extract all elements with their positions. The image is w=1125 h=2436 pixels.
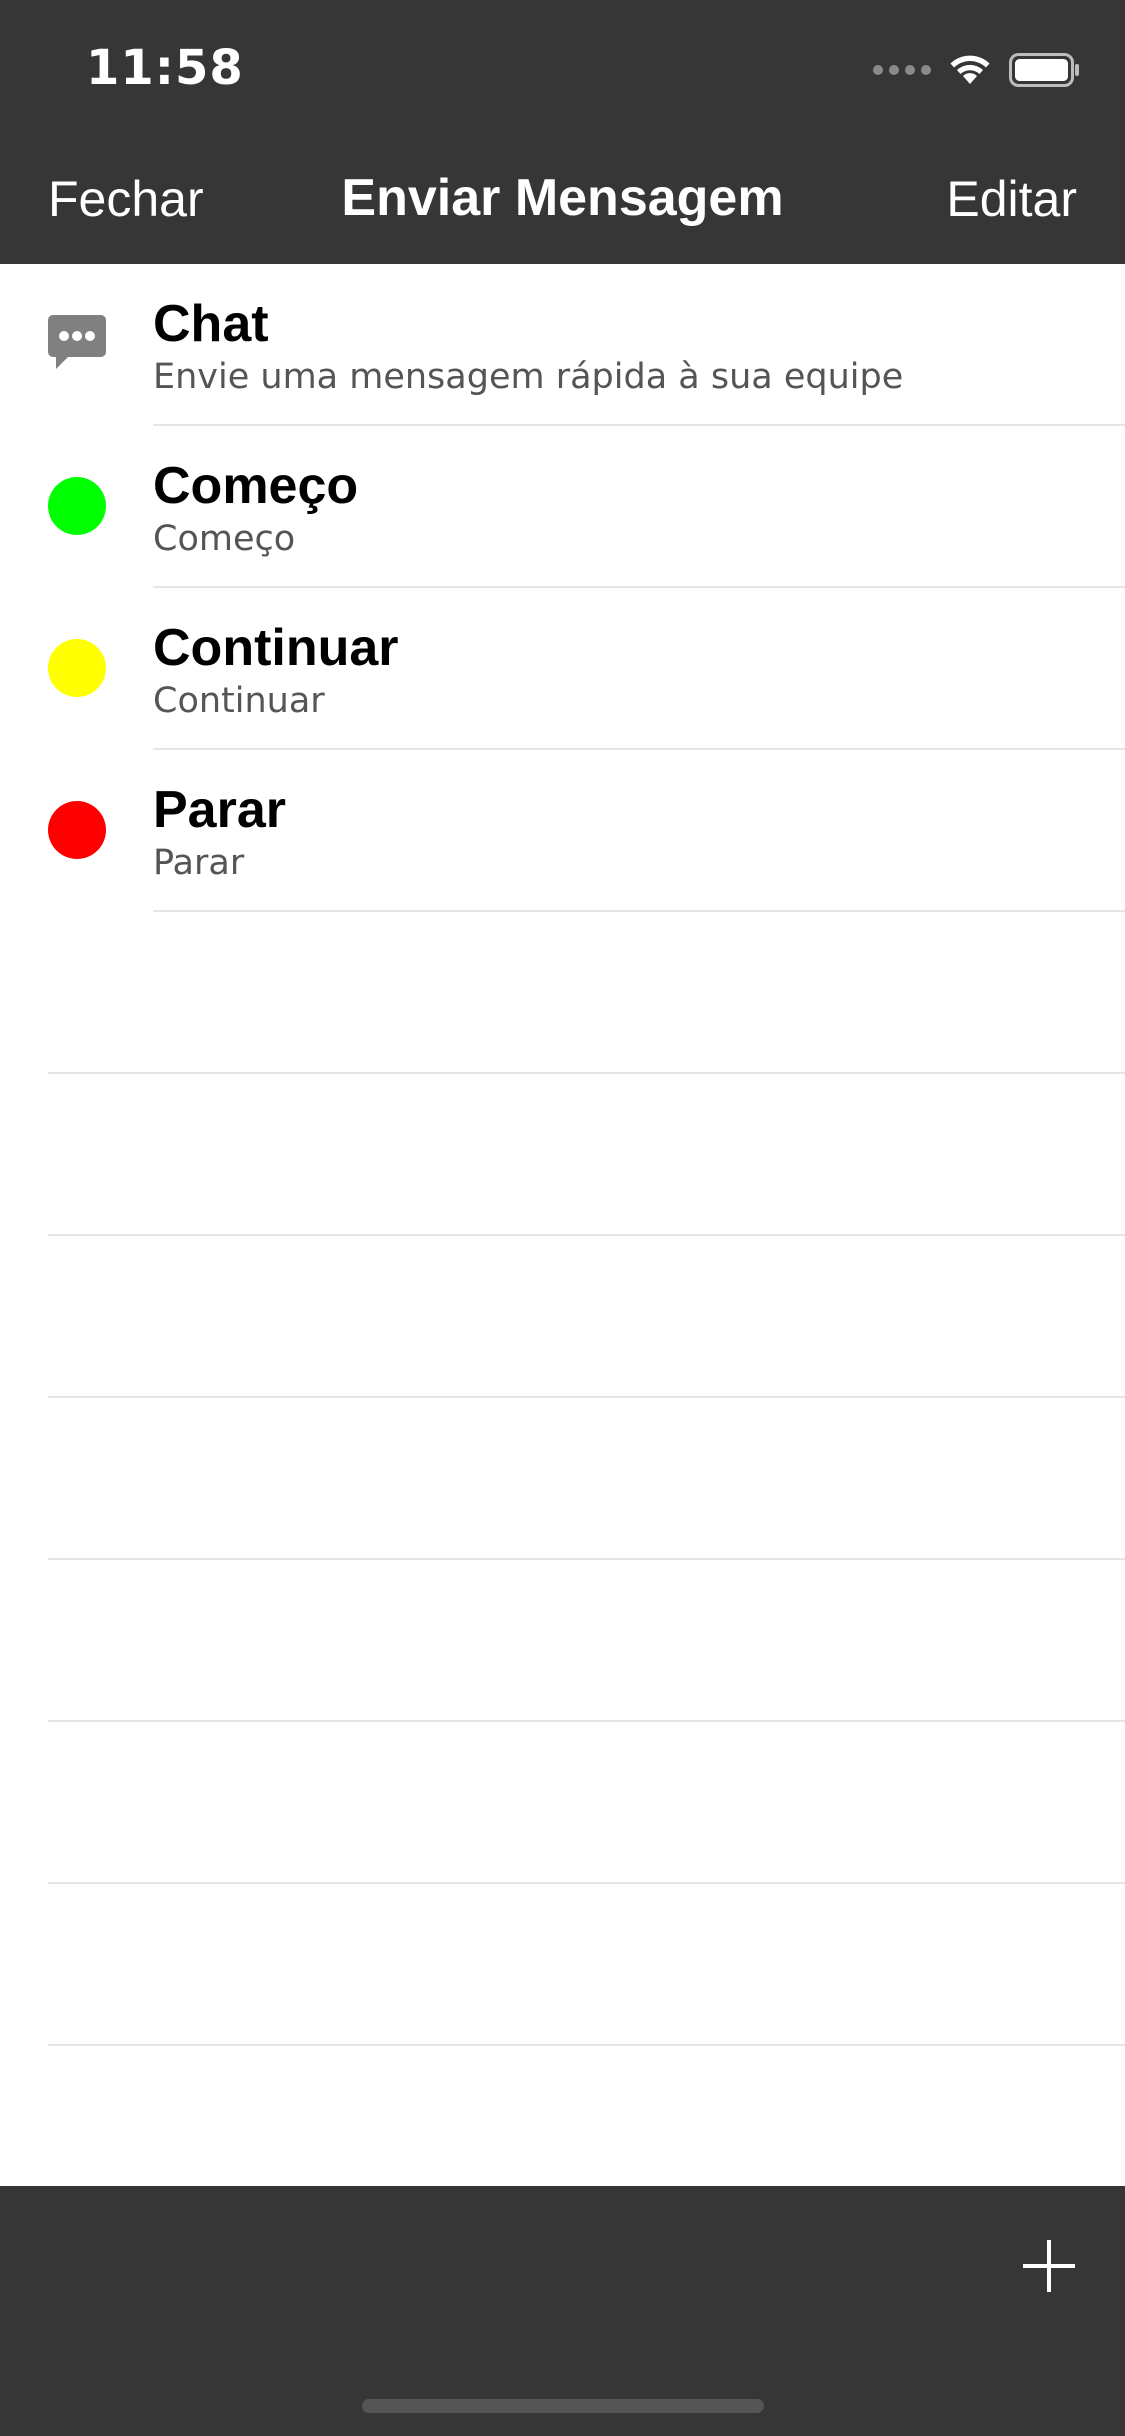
empty-row	[0, 1722, 1125, 1884]
row-separator	[48, 2044, 1125, 2046]
chat-bubble-icon	[48, 315, 106, 369]
list-item-parar[interactable]: Parar Parar	[0, 750, 1125, 912]
empty-row	[0, 1236, 1125, 1398]
bottom-toolbar	[0, 2186, 1125, 2436]
empty-row	[0, 912, 1125, 1074]
list-item-title: Começo	[153, 457, 359, 515]
cellular-signal-icon	[873, 65, 931, 75]
list-item-continuar[interactable]: Continuar Continuar	[0, 588, 1125, 750]
list-item-comeco[interactable]: Começo Começo	[0, 426, 1125, 588]
yellow-status-dot-icon	[48, 639, 106, 697]
empty-row	[0, 1398, 1125, 1560]
home-indicator[interactable]	[362, 2399, 764, 2413]
list-item-title: Chat	[153, 295, 269, 353]
empty-row	[0, 1074, 1125, 1236]
wifi-icon	[950, 55, 990, 84]
list-item-chat[interactable]: Chat Envie uma mensagem rápida à sua equ…	[0, 264, 1125, 426]
navigation-header: 11:58 Fechar Enviar Mensagem Editar	[0, 0, 1125, 264]
list-item-subtitle: Começo	[153, 519, 296, 559]
list-item-subtitle: Envie uma mensagem rápida à sua equipe	[153, 357, 904, 397]
green-status-dot-icon	[48, 477, 106, 535]
list-item-title: Continuar	[153, 619, 399, 677]
message-list: Chat Envie uma mensagem rápida à sua equ…	[0, 264, 1125, 2046]
plus-icon[interactable]	[1021, 2238, 1077, 2294]
red-status-dot-icon	[48, 801, 106, 859]
status-bar-icons	[873, 50, 1081, 90]
close-button[interactable]: Fechar	[48, 170, 204, 228]
status-bar-time: 11:58	[86, 40, 244, 96]
battery-icon	[1009, 53, 1079, 87]
edit-button[interactable]: Editar	[946, 170, 1077, 228]
list-item-subtitle: Continuar	[153, 681, 325, 721]
list-item-subtitle: Parar	[153, 843, 245, 883]
list-item-title: Parar	[153, 781, 286, 839]
empty-row	[0, 1560, 1125, 1722]
empty-row	[0, 1884, 1125, 2046]
